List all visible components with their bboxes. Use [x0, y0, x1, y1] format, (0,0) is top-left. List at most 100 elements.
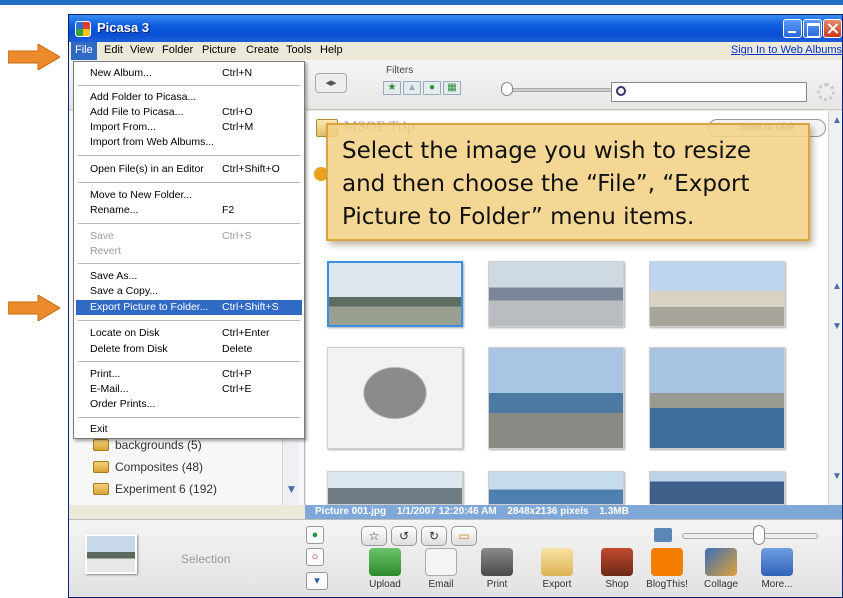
selection-thumbnail[interactable] [85, 534, 137, 574]
menu-item-save[interactable]: Save Ctrl+S [76, 229, 302, 244]
upload-filter-icon[interactable]: ▲ [403, 81, 421, 95]
menu-create[interactable]: Create [243, 44, 282, 56]
photo-thumbnail[interactable] [649, 347, 785, 449]
status-dimensions: 2848x2136 pixels [507, 506, 589, 517]
people-filter-icon[interactable]: ● [423, 81, 441, 95]
rotate-left-icon[interactable]: ↺ [391, 526, 417, 546]
maximize-button[interactable] [803, 19, 822, 38]
photo-thumbnail[interactable] [488, 471, 624, 505]
menu-item-print[interactable]: Print... Ctrl+P [76, 367, 302, 382]
menu-item-import-web-albums[interactable]: Import from Web Albums... [76, 135, 302, 150]
print-button[interactable]: Print [473, 548, 521, 590]
menu-picture[interactable]: Picture [199, 44, 239, 56]
photo-thumbnail[interactable] [327, 347, 463, 449]
date-filter-knob[interactable] [501, 82, 513, 96]
photo-thumbnail[interactable] [488, 261, 624, 327]
menu-separator [78, 182, 300, 183]
instruction-callout: Select the image you wish to resize and … [326, 123, 810, 241]
scroll-bottom-icon[interactable]: ▼ [831, 471, 842, 483]
menu-folder[interactable]: Folder [159, 44, 196, 56]
sign-in-link[interactable]: Sign In to Web Albums [731, 44, 842, 56]
photo-thumbnail[interactable] [649, 471, 785, 505]
search-input[interactable] [632, 85, 802, 99]
menu-item-save-a-copy[interactable]: Save a Copy... [76, 284, 302, 299]
menu-item-export-picture-to-folder[interactable]: Export Picture to Folder... Ctrl+Shift+S [76, 300, 302, 315]
bottom-tray: Selection ● ○ ▾ ☆ ↺ ↻ ▭ Upload Email Pri… [69, 519, 842, 597]
scroll-up-icon[interactable]: ▲ [831, 281, 842, 293]
menu-item-locate-on-disk[interactable]: Locate on Disk Ctrl+Enter [76, 326, 302, 341]
thumbnail-size-knob[interactable] [753, 525, 765, 545]
minimize-button[interactable] [783, 19, 802, 38]
collage-button[interactable]: Collage [697, 548, 745, 590]
menu-item-rename[interactable]: Rename... F2 [76, 203, 302, 218]
blogger-icon [651, 548, 683, 576]
menu-file[interactable]: File [71, 42, 97, 60]
menu-item-move-to-new-folder[interactable]: Move to New Folder... [76, 188, 302, 203]
picasa-app-icon [75, 21, 91, 37]
shop-label: Shop [605, 579, 629, 590]
back-button[interactable]: ◂▸ [315, 73, 347, 93]
menu-separator [78, 155, 300, 156]
photo-thumbnail[interactable] [488, 347, 624, 449]
folder-item[interactable]: backgrounds (5) [93, 438, 202, 452]
scroll-down-icon[interactable]: ▼ [831, 321, 842, 333]
menu-item-open-in-editor[interactable]: Open File(s) in an Editor Ctrl+Shift+O [76, 162, 302, 177]
album-dropdown-icon[interactable]: ▾ [306, 572, 328, 590]
upload-icon [369, 548, 401, 576]
menu-item-order-prints[interactable]: Order Prints... [76, 397, 302, 412]
export-label: Export [542, 579, 572, 590]
rotate-right-icon[interactable]: ↻ [421, 526, 447, 546]
folder-item[interactable]: Composites (48) [93, 460, 203, 474]
starred-filter-icon[interactable]: ★ [383, 81, 401, 95]
photo-thumbnail[interactable] [649, 261, 785, 327]
more-button[interactable]: More... [753, 548, 801, 590]
status-bar: Picture 001.jpg 1/1/2007 12:20:46 AM 284… [305, 505, 842, 519]
thumbnail-size-slider[interactable] [682, 533, 818, 539]
menu-tools[interactable]: Tools [283, 44, 315, 56]
menu-item-email[interactable]: E-Mail... Ctrl+E [76, 382, 302, 397]
email-button[interactable]: Email [417, 548, 465, 590]
movie-filter-icon[interactable]: ▦ [443, 81, 461, 95]
scroll-top-icon[interactable]: ▲ [831, 115, 842, 127]
close-button[interactable] [823, 19, 842, 38]
menu-item-add-file[interactable]: Add File to Picasa... Ctrl+O [76, 105, 302, 120]
screenshot: Picasa 3 File Edit View Folder Picture C… [0, 0, 843, 598]
menu-help[interactable]: Help [317, 44, 346, 56]
menu-view[interactable]: View [127, 44, 157, 56]
menu-item-save-as[interactable]: Save As... [76, 269, 302, 284]
scroll-down-icon[interactable]: ▼ [283, 482, 300, 499]
photo-scrollbar[interactable]: ▲ ▲ ▼ ▼ [828, 111, 842, 505]
star-button-icon[interactable]: ☆ [361, 526, 387, 546]
collage-label: Collage [704, 579, 738, 590]
shop-button[interactable]: Shop [593, 548, 641, 590]
printer-icon [481, 548, 513, 576]
search-field[interactable] [611, 82, 807, 102]
status-size: 1.3MB [599, 506, 629, 517]
clear-selection-icon[interactable]: ○ [306, 548, 324, 566]
email-label: Email [428, 579, 454, 590]
date-filter-slider[interactable] [509, 88, 619, 92]
menu-edit[interactable]: Edit [101, 44, 126, 56]
hold-pin-icon[interactable]: ● [306, 526, 324, 544]
folder-icon [93, 461, 109, 473]
folder-label: backgrounds (5) [115, 438, 202, 452]
loading-spinner-icon [817, 83, 835, 101]
menu-item-delete-from-disk[interactable]: Delete from Disk Delete [76, 342, 302, 357]
menu-item-new-album[interactable]: New Album... Ctrl+N [76, 66, 302, 81]
menu-item-import-from[interactable]: Import From... Ctrl+M [76, 120, 302, 135]
menu-item-exit[interactable]: Exit [76, 422, 302, 437]
search-icon [616, 86, 626, 96]
upload-button[interactable]: Upload [361, 548, 409, 590]
menu-item-add-folder[interactable]: Add Folder to Picasa... [76, 90, 302, 105]
filters-label: Filters [386, 65, 414, 76]
photo-thumbnail-selected[interactable] [327, 261, 463, 327]
email-icon [425, 548, 457, 576]
more-icon [761, 548, 793, 576]
tag-icon[interactable]: ▭ [451, 526, 477, 546]
photo-thumbnail[interactable] [327, 471, 463, 505]
blogthis-button[interactable]: BlogThis! [643, 548, 691, 590]
status-filename: Picture 001.jpg [315, 506, 387, 517]
folder-item[interactable]: Experiment 6 (192) [93, 482, 217, 496]
export-button[interactable]: Export [533, 548, 581, 590]
menu-item-revert[interactable]: Revert [76, 244, 302, 259]
